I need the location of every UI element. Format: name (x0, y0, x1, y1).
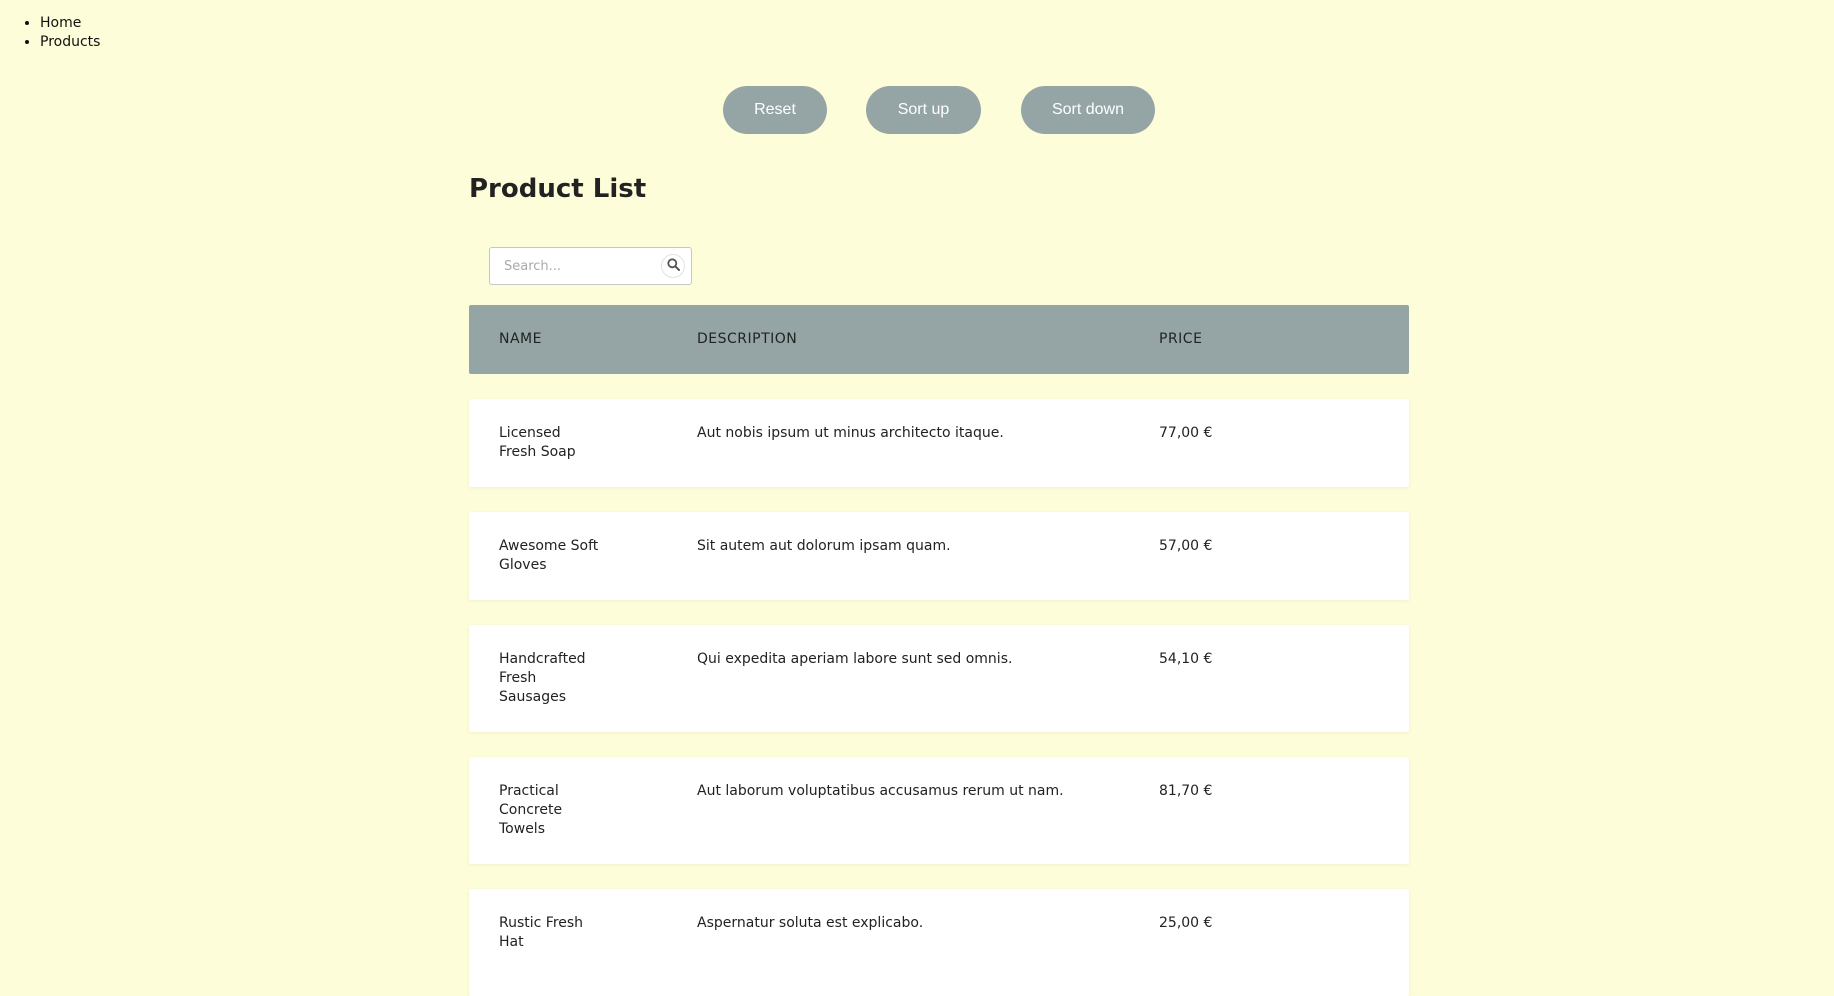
product-name: Practical Concrete Towels (499, 783, 563, 837)
product-description: Qui expedita aperiam labore sunt sed omn… (697, 651, 1013, 667)
main-nav: Home Products (40, 14, 100, 52)
product-price: 54,10 € (1159, 651, 1213, 667)
product-price: 25,00 € (1159, 915, 1213, 931)
nav-link-products[interactable]: Products (40, 34, 100, 50)
header-price: PRICE (1159, 331, 1203, 347)
product-description: Sit autem aut dolorum ipsam quam. (697, 538, 951, 554)
nav-link-home[interactable]: Home (40, 15, 81, 31)
product-description: Aut laborum voluptatibus accusamus rerum… (697, 783, 1064, 799)
search-icon (666, 258, 680, 274)
table-row: Handcrafted Fresh Sausages Qui expedita … (469, 625, 1409, 732)
search-input[interactable] (490, 248, 660, 284)
product-table: NAME DESCRIPTION PRICE Licensed Fresh So… (469, 305, 1409, 996)
search-box (489, 247, 692, 285)
product-price: 77,00 € (1159, 425, 1213, 441)
product-name: Awesome Soft Gloves (499, 538, 599, 573)
table-header: NAME DESCRIPTION PRICE (469, 305, 1409, 374)
product-price: 81,70 € (1159, 783, 1213, 799)
nav-item-products[interactable]: Products (40, 33, 100, 52)
product-description: Aspernatur soluta est explicabo. (697, 915, 924, 931)
product-name: Licensed Fresh Soap (499, 425, 576, 460)
product-name: Handcrafted Fresh Sausages (499, 651, 586, 705)
search-button[interactable] (661, 254, 685, 278)
sort-up-button[interactable]: Sort up (866, 86, 981, 134)
sort-down-button[interactable]: Sort down (1021, 86, 1155, 134)
nav-item-home[interactable]: Home (40, 14, 100, 33)
table-row: Awesome Soft Gloves Sit autem aut doloru… (469, 512, 1409, 600)
sort-controls: Reset Sort up Sort down (0, 86, 1834, 134)
product-name: Rustic Fresh Hat (499, 915, 584, 950)
page-title: Product List (469, 174, 647, 204)
header-description: DESCRIPTION (697, 331, 798, 347)
product-description: Aut nobis ipsum ut minus architecto itaq… (697, 425, 1004, 441)
table-row: Rustic Fresh Hat Aspernatur soluta est e… (469, 889, 1409, 996)
table-row: Licensed Fresh Soap Aut nobis ipsum ut m… (469, 399, 1409, 487)
table-row: Practical Concrete Towels Aut laborum vo… (469, 757, 1409, 864)
reset-button[interactable]: Reset (723, 86, 827, 134)
header-name: NAME (499, 331, 542, 347)
product-price: 57,00 € (1159, 538, 1213, 554)
